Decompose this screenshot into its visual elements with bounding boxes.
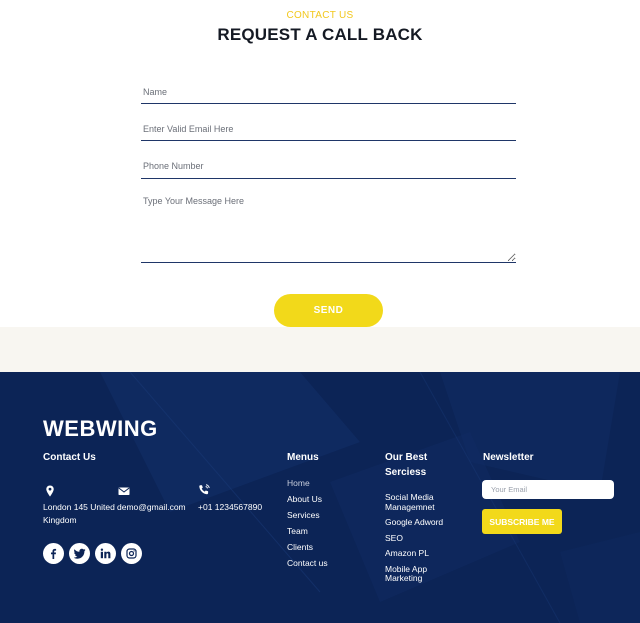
message-textarea[interactable] [141,192,516,263]
newsletter-email-input[interactable] [482,480,614,499]
twitter-icon [73,548,85,559]
instagram-link[interactable] [121,543,142,564]
callback-form-section: CONTACT US REQUEST A CALL BACK SEND [0,0,640,327]
phone-input[interactable] [141,154,516,179]
linkedin-icon [100,548,111,559]
name-input[interactable] [141,80,516,104]
footer-services-list: Social Media Managemnet Google Adword SE… [385,492,465,590]
services-heading: Our Best Serciess [385,452,428,478]
email-input[interactable] [141,117,516,141]
page-title: REQUEST A CALL BACK [217,25,423,44]
menu-link-clients[interactable]: Clients [287,541,328,557]
service-link-amazon-pl[interactable]: Amazon PL [385,548,465,559]
service-link-mobile-app[interactable]: Mobile App Marketing [385,564,465,584]
menu-link-services[interactable]: Services [287,509,328,525]
footer-menu-list: Home About Us Services Team Clients Cont… [287,477,328,573]
contact-heading: Contact Us [43,452,96,463]
section-eyebrow: CONTACT US [286,10,354,21]
linkedin-link[interactable] [95,543,116,564]
twitter-link[interactable] [69,543,90,564]
contact-phone[interactable]: +01 1234567890 [198,501,262,514]
envelope-icon [118,487,130,495]
instagram-icon [126,548,137,559]
menu-link-contact[interactable]: Contact us [287,557,328,573]
contact-email[interactable]: demo@gmail.com [117,501,186,514]
send-button[interactable]: SEND [274,294,383,327]
map-marker-icon [46,485,54,497]
newsletter-heading: Newsletter [483,452,534,463]
service-link-google-adword[interactable]: Google Adword [385,517,465,528]
menu-link-home[interactable]: Home [287,477,328,493]
subscribe-button[interactable]: SUBSCRIBE ME [482,509,562,534]
service-link-seo[interactable]: SEO [385,533,465,544]
facebook-icon [51,548,57,559]
menus-heading: Menus [287,452,319,463]
footer: WEBWING Contact Us Menus Our Best Sercie… [0,372,640,623]
phone-icon [199,484,210,495]
contact-address: London 145 United Kingdom [43,502,115,525]
service-link-social-media[interactable]: Social Media Managemnet [385,492,465,512]
menu-link-about[interactable]: About Us [287,493,328,509]
page: CONTACT US REQUEST A CALL BACK SEND WEBW… [0,0,640,623]
facebook-link[interactable] [43,543,64,564]
footer-logo[interactable]: WEBWING [43,416,158,442]
section-divider [0,327,640,372]
menu-link-team[interactable]: Team [287,525,328,541]
